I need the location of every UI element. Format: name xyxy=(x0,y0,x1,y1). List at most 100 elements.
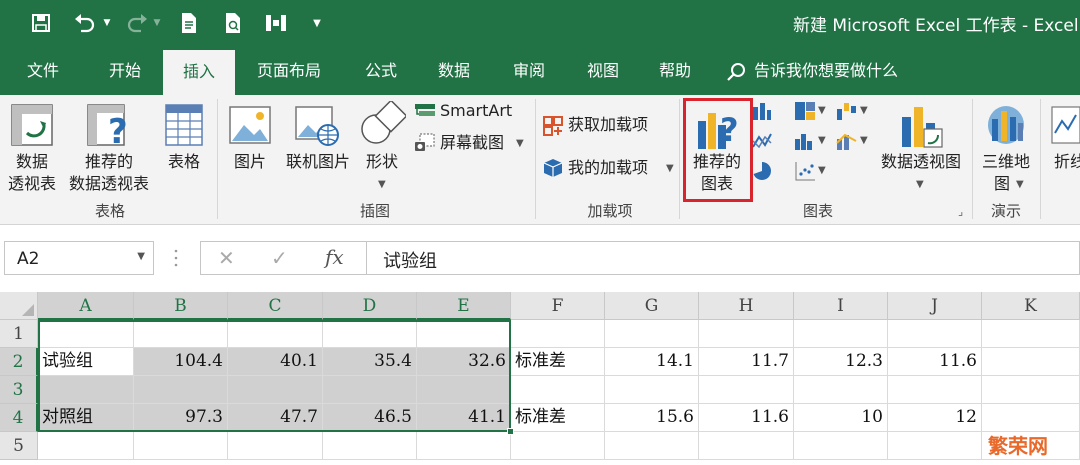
cell-h1[interactable] xyxy=(699,320,794,348)
cell-a4[interactable]: 对照组 xyxy=(38,404,134,432)
tell-me-search[interactable]: 告诉我你想要做什么 xyxy=(754,46,898,95)
row-header-2[interactable]: 2 xyxy=(0,348,38,376)
save-icon[interactable] xyxy=(28,10,54,36)
charts-dialog-launcher-icon[interactable]: ⌟ xyxy=(958,205,963,218)
tab-formulas[interactable]: 公式 xyxy=(348,46,414,95)
cell-d1[interactable] xyxy=(323,320,417,348)
cell-k1[interactable] xyxy=(982,320,1080,348)
cell-f5[interactable] xyxy=(511,432,605,460)
redo-icon[interactable] xyxy=(122,10,152,36)
column-header-b[interactable]: B xyxy=(134,292,228,320)
cell-h2[interactable]: 11.7 xyxy=(699,348,794,376)
cell-j5[interactable] xyxy=(888,432,982,460)
cancel-icon[interactable]: ✕ xyxy=(218,246,235,270)
cell-c1[interactable] xyxy=(228,320,323,348)
print-preview-icon[interactable] xyxy=(220,10,246,36)
cell-g5[interactable] xyxy=(605,432,699,460)
cell-h3[interactable] xyxy=(699,376,794,404)
cell-e4[interactable]: 41.1 xyxy=(417,404,511,432)
highlight-box xyxy=(683,98,753,202)
cell-f4[interactable]: 标准差 xyxy=(511,404,605,432)
cell-h5[interactable] xyxy=(699,432,794,460)
cell-a2[interactable]: 试验组 xyxy=(38,348,134,376)
column-header-f[interactable]: F xyxy=(511,292,605,320)
cell-b4[interactable]: 97.3 xyxy=(134,404,228,432)
enter-icon[interactable]: ✓ xyxy=(271,246,288,270)
tab-view[interactable]: 视图 xyxy=(570,46,636,95)
cell-k3[interactable] xyxy=(982,376,1080,404)
cell-b3[interactable] xyxy=(134,376,228,404)
cell-i2[interactable]: 12.3 xyxy=(794,348,888,376)
cell-d4[interactable]: 46.5 xyxy=(323,404,417,432)
column-header-g[interactable]: G xyxy=(605,292,699,320)
column-header-a[interactable]: A xyxy=(38,292,134,320)
cell-h4[interactable]: 11.6 xyxy=(699,404,794,432)
name-box[interactable]: A2 ▼ xyxy=(4,241,154,275)
cell-i5[interactable] xyxy=(794,432,888,460)
column-header-k[interactable]: K xyxy=(982,292,1080,320)
cell-f3[interactable] xyxy=(511,376,605,404)
cell-i3[interactable] xyxy=(794,376,888,404)
cell-a1[interactable] xyxy=(38,320,134,348)
cell-a5[interactable] xyxy=(38,432,134,460)
cell-j2[interactable]: 11.6 xyxy=(888,348,982,376)
row-header-1[interactable]: 1 xyxy=(0,320,38,348)
cell-g3[interactable] xyxy=(605,376,699,404)
formula-input[interactable]: 试验组 xyxy=(366,241,1080,275)
tab-data[interactable]: 数据 xyxy=(421,46,487,95)
undo-icon[interactable] xyxy=(70,10,100,36)
column-header-d[interactable]: D xyxy=(323,292,417,320)
column-header-i[interactable]: I xyxy=(794,292,888,320)
touch-mode-icon[interactable] xyxy=(262,10,290,36)
cell-c2[interactable]: 40.1 xyxy=(228,348,323,376)
row-header-4[interactable]: 4 xyxy=(0,404,38,432)
row-header-3[interactable]: 3 xyxy=(0,376,38,404)
column-header-e[interactable]: E xyxy=(417,292,511,320)
undo-dropdown-icon[interactable]: ▼ xyxy=(100,10,114,36)
cell-i4[interactable]: 10 xyxy=(794,404,888,432)
cell-b5[interactable] xyxy=(134,432,228,460)
redo-dropdown-icon[interactable]: ▼ xyxy=(150,10,164,36)
cell-k4[interactable] xyxy=(982,404,1080,432)
column-header-c[interactable]: C xyxy=(228,292,323,320)
cell-j4[interactable]: 12 xyxy=(888,404,982,432)
new-document-icon[interactable] xyxy=(176,10,202,36)
cell-b2[interactable]: 104.4 xyxy=(134,348,228,376)
tab-review[interactable]: 审阅 xyxy=(496,46,562,95)
cell-b1[interactable] xyxy=(134,320,228,348)
tab-home[interactable]: 开始 xyxy=(92,46,158,95)
cell-d2[interactable]: 35.4 xyxy=(323,348,417,376)
cell-f2[interactable]: 标准差 xyxy=(511,348,605,376)
cell-j3[interactable] xyxy=(888,376,982,404)
cell-e5[interactable] xyxy=(417,432,511,460)
tab-file[interactable]: 文件 xyxy=(10,46,76,95)
column-header-j[interactable]: J xyxy=(888,292,982,320)
customize-toolbar-icon[interactable]: ▼ xyxy=(310,10,324,36)
cell-a3[interactable] xyxy=(38,376,134,404)
column-header-h[interactable]: H xyxy=(699,292,794,320)
cell-g2[interactable]: 14.1 xyxy=(605,348,699,376)
lightbulb-search-icon[interactable] xyxy=(726,62,748,86)
cell-k2[interactable] xyxy=(982,348,1080,376)
fill-handle[interactable] xyxy=(507,428,514,435)
tab-insert[interactable]: 插入 xyxy=(163,50,235,95)
cell-d5[interactable] xyxy=(323,432,417,460)
tab-page-layout[interactable]: 页面布局 xyxy=(246,46,332,95)
row-header-5[interactable]: 5 xyxy=(0,432,38,460)
cell-f1[interactable] xyxy=(511,320,605,348)
cell-e3[interactable] xyxy=(417,376,511,404)
cell-c4[interactable]: 47.7 xyxy=(228,404,323,432)
cell-g1[interactable] xyxy=(605,320,699,348)
tab-help[interactable]: 帮助 xyxy=(642,46,708,95)
name-box-dropdown-icon[interactable]: ▼ xyxy=(137,251,145,262)
cell-i1[interactable] xyxy=(794,320,888,348)
cell-g4[interactable]: 15.6 xyxy=(605,404,699,432)
insert-function-icon[interactable]: fx xyxy=(325,245,344,269)
cell-c3[interactable] xyxy=(228,376,323,404)
cell-e2[interactable]: 32.6 xyxy=(417,348,511,376)
cell-e1[interactable] xyxy=(417,320,511,348)
cell-j1[interactable] xyxy=(888,320,982,348)
cell-d3[interactable] xyxy=(323,376,417,404)
cell-c5[interactable] xyxy=(228,432,323,460)
resize-handle-icon[interactable] xyxy=(174,248,178,268)
